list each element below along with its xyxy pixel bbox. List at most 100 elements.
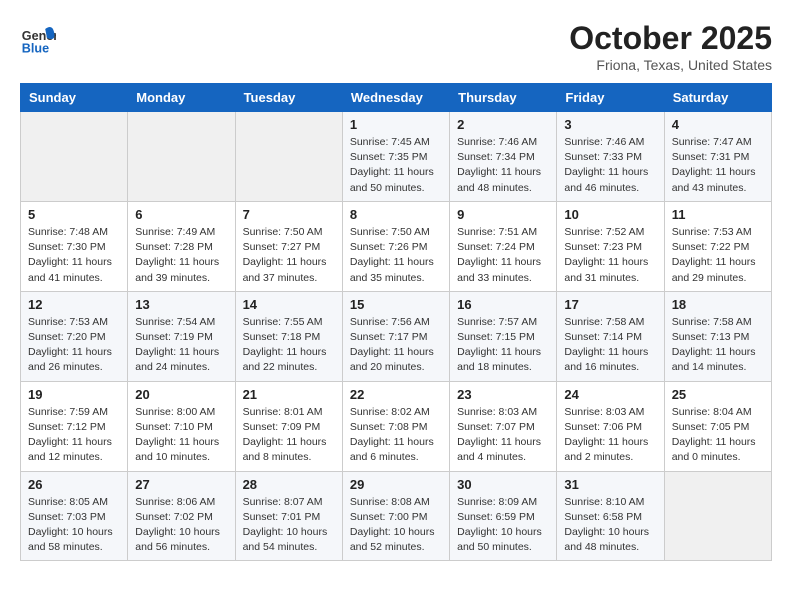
calendar-cell: 24 Sunrise: 8:03 AM Sunset: 7:06 PM Dayli…: [557, 381, 664, 471]
calendar-cell: 6 Sunrise: 7:49 AM Sunset: 7:28 PM Daylig…: [128, 201, 235, 291]
day-number: 6: [135, 207, 227, 222]
calendar-cell: 2 Sunrise: 7:46 AM Sunset: 7:34 PM Daylig…: [450, 112, 557, 202]
day-info: Sunrise: 7:56 AM Sunset: 7:17 PM Dayligh…: [350, 315, 442, 376]
column-header-sunday: Sunday: [21, 84, 128, 112]
day-info: Sunrise: 7:45 AM Sunset: 7:35 PM Dayligh…: [350, 135, 442, 196]
calendar-cell: 27Sunrise: 8:06 AM Sunset: 7:02 PM Dayli…: [128, 471, 235, 561]
calendar-cell: 3 Sunrise: 7:46 AM Sunset: 7:33 PM Daylig…: [557, 112, 664, 202]
calendar-cell: 22Sunrise: 8:02 AM Sunset: 7:08 PM Dayli…: [342, 381, 449, 471]
calendar-cell: [235, 112, 342, 202]
logo-icon: General Blue: [20, 20, 56, 56]
calendar-cell: 29 Sunrise: 8:08 AM Sunset: 7:00 PM Dayli…: [342, 471, 449, 561]
calendar-week-4: 19 Sunrise: 7:59 AM Sunset: 7:12 PM Dayli…: [21, 381, 772, 471]
day-number: 25: [672, 387, 764, 402]
day-info: Sunrise: 8:00 AM Sunset: 7:10 PM Dayligh…: [135, 405, 227, 466]
calendar-cell: 5Sunrise: 7:48 AM Sunset: 7:30 PM Daylig…: [21, 201, 128, 291]
day-info: Sunrise: 7:46 AM Sunset: 7:33 PM Dayligh…: [564, 135, 656, 196]
calendar-cell: 15 Sunrise: 7:56 AM Sunset: 7:17 PM Dayli…: [342, 291, 449, 381]
calendar-cell: 14Sunrise: 7:55 AM Sunset: 7:18 PM Dayli…: [235, 291, 342, 381]
calendar-week-1: 1 Sunrise: 7:45 AM Sunset: 7:35 PM Daylig…: [21, 112, 772, 202]
day-number: 27: [135, 477, 227, 492]
day-number: 11: [672, 207, 764, 222]
calendar-body: 1 Sunrise: 7:45 AM Sunset: 7:35 PM Daylig…: [21, 112, 772, 561]
day-info: Sunrise: 7:53 AM Sunset: 7:20 PM Dayligh…: [28, 315, 120, 376]
calendar-cell: 9 Sunrise: 7:51 AM Sunset: 7:24 PM Daylig…: [450, 201, 557, 291]
day-info: Sunrise: 8:09 AM Sunset: 6:59 PM Dayligh…: [457, 495, 549, 556]
day-info: Sunrise: 7:54 AM Sunset: 7:19 PM Dayligh…: [135, 315, 227, 376]
day-info: Sunrise: 7:50 AM Sunset: 7:27 PM Dayligh…: [243, 225, 335, 286]
calendar-cell: 11 Sunrise: 7:53 AM Sunset: 7:22 PM Dayli…: [664, 201, 771, 291]
calendar-week-3: 12 Sunrise: 7:53 AM Sunset: 7:20 PM Dayli…: [21, 291, 772, 381]
day-info: Sunrise: 7:49 AM Sunset: 7:28 PM Dayligh…: [135, 225, 227, 286]
day-number: 3: [564, 117, 656, 132]
page-header: General Blue October 2025 Friona, Texas,…: [20, 20, 772, 73]
calendar-cell: 7 Sunrise: 7:50 AM Sunset: 7:27 PM Daylig…: [235, 201, 342, 291]
calendar-cell: [21, 112, 128, 202]
day-number: 21: [243, 387, 335, 402]
day-number: 16: [457, 297, 549, 312]
day-info: Sunrise: 8:03 AM Sunset: 7:06 PM Dayligh…: [564, 405, 656, 466]
day-number: 2: [457, 117, 549, 132]
logo: General Blue: [20, 20, 56, 56]
svg-text:Blue: Blue: [22, 41, 49, 55]
calendar-cell: 26Sunrise: 8:05 AM Sunset: 7:03 PM Dayli…: [21, 471, 128, 561]
column-header-saturday: Saturday: [664, 84, 771, 112]
day-info: Sunrise: 7:58 AM Sunset: 7:14 PM Dayligh…: [564, 315, 656, 376]
calendar-cell: 18Sunrise: 7:58 AM Sunset: 7:13 PM Dayli…: [664, 291, 771, 381]
calendar-cell: 17 Sunrise: 7:58 AM Sunset: 7:14 PM Dayli…: [557, 291, 664, 381]
day-info: Sunrise: 7:57 AM Sunset: 7:15 PM Dayligh…: [457, 315, 549, 376]
calendar-header-row: SundayMondayTuesdayWednesdayThursdayFrid…: [21, 84, 772, 112]
calendar-cell: 20 Sunrise: 8:00 AM Sunset: 7:10 PM Dayli…: [128, 381, 235, 471]
column-header-monday: Monday: [128, 84, 235, 112]
day-info: Sunrise: 7:53 AM Sunset: 7:22 PM Dayligh…: [672, 225, 764, 286]
day-info: Sunrise: 7:48 AM Sunset: 7:30 PM Dayligh…: [28, 225, 120, 286]
day-number: 12: [28, 297, 120, 312]
day-number: 24: [564, 387, 656, 402]
calendar-cell: 30 Sunrise: 8:09 AM Sunset: 6:59 PM Dayli…: [450, 471, 557, 561]
day-info: Sunrise: 7:50 AM Sunset: 7:26 PM Dayligh…: [350, 225, 442, 286]
day-number: 9: [457, 207, 549, 222]
day-number: 7: [243, 207, 335, 222]
day-info: Sunrise: 8:02 AM Sunset: 7:08 PM Dayligh…: [350, 405, 442, 466]
calendar-cell: 25Sunrise: 8:04 AM Sunset: 7:05 PM Dayli…: [664, 381, 771, 471]
calendar-cell: 12 Sunrise: 7:53 AM Sunset: 7:20 PM Dayli…: [21, 291, 128, 381]
column-header-friday: Friday: [557, 84, 664, 112]
day-info: Sunrise: 7:55 AM Sunset: 7:18 PM Dayligh…: [243, 315, 335, 376]
calendar-table: SundayMondayTuesdayWednesdayThursdayFrid…: [20, 83, 772, 561]
day-number: 19: [28, 387, 120, 402]
day-number: 29: [350, 477, 442, 492]
day-number: 17: [564, 297, 656, 312]
calendar-week-2: 5Sunrise: 7:48 AM Sunset: 7:30 PM Daylig…: [21, 201, 772, 291]
day-info: Sunrise: 7:46 AM Sunset: 7:34 PM Dayligh…: [457, 135, 549, 196]
column-header-thursday: Thursday: [450, 84, 557, 112]
day-number: 20: [135, 387, 227, 402]
calendar-cell: [664, 471, 771, 561]
calendar-cell: 31Sunrise: 8:10 AM Sunset: 6:58 PM Dayli…: [557, 471, 664, 561]
day-number: 18: [672, 297, 764, 312]
day-number: 15: [350, 297, 442, 312]
calendar-week-5: 26Sunrise: 8:05 AM Sunset: 7:03 PM Dayli…: [21, 471, 772, 561]
calendar-cell: 19 Sunrise: 7:59 AM Sunset: 7:12 PM Dayli…: [21, 381, 128, 471]
title-area: October 2025 Friona, Texas, United State…: [569, 20, 772, 73]
calendar-cell: 28Sunrise: 8:07 AM Sunset: 7:01 PM Dayli…: [235, 471, 342, 561]
day-number: 13: [135, 297, 227, 312]
calendar-cell: 13 Sunrise: 7:54 AM Sunset: 7:19 PM Dayli…: [128, 291, 235, 381]
location: Friona, Texas, United States: [569, 57, 772, 73]
month-title: October 2025: [569, 20, 772, 57]
day-info: Sunrise: 8:01 AM Sunset: 7:09 PM Dayligh…: [243, 405, 335, 466]
calendar-cell: 21 Sunrise: 8:01 AM Sunset: 7:09 PM Dayli…: [235, 381, 342, 471]
calendar-cell: 23Sunrise: 8:03 AM Sunset: 7:07 PM Dayli…: [450, 381, 557, 471]
column-header-tuesday: Tuesday: [235, 84, 342, 112]
day-number: 1: [350, 117, 442, 132]
day-number: 30: [457, 477, 549, 492]
day-info: Sunrise: 7:51 AM Sunset: 7:24 PM Dayligh…: [457, 225, 549, 286]
calendar-cell: 4Sunrise: 7:47 AM Sunset: 7:31 PM Daylig…: [664, 112, 771, 202]
day-info: Sunrise: 7:59 AM Sunset: 7:12 PM Dayligh…: [28, 405, 120, 466]
day-info: Sunrise: 8:08 AM Sunset: 7:00 PM Dayligh…: [350, 495, 442, 556]
day-info: Sunrise: 8:05 AM Sunset: 7:03 PM Dayligh…: [28, 495, 120, 556]
day-number: 8: [350, 207, 442, 222]
calendar-cell: [128, 112, 235, 202]
day-info: Sunrise: 8:07 AM Sunset: 7:01 PM Dayligh…: [243, 495, 335, 556]
day-info: Sunrise: 7:47 AM Sunset: 7:31 PM Dayligh…: [672, 135, 764, 196]
column-header-wednesday: Wednesday: [342, 84, 449, 112]
